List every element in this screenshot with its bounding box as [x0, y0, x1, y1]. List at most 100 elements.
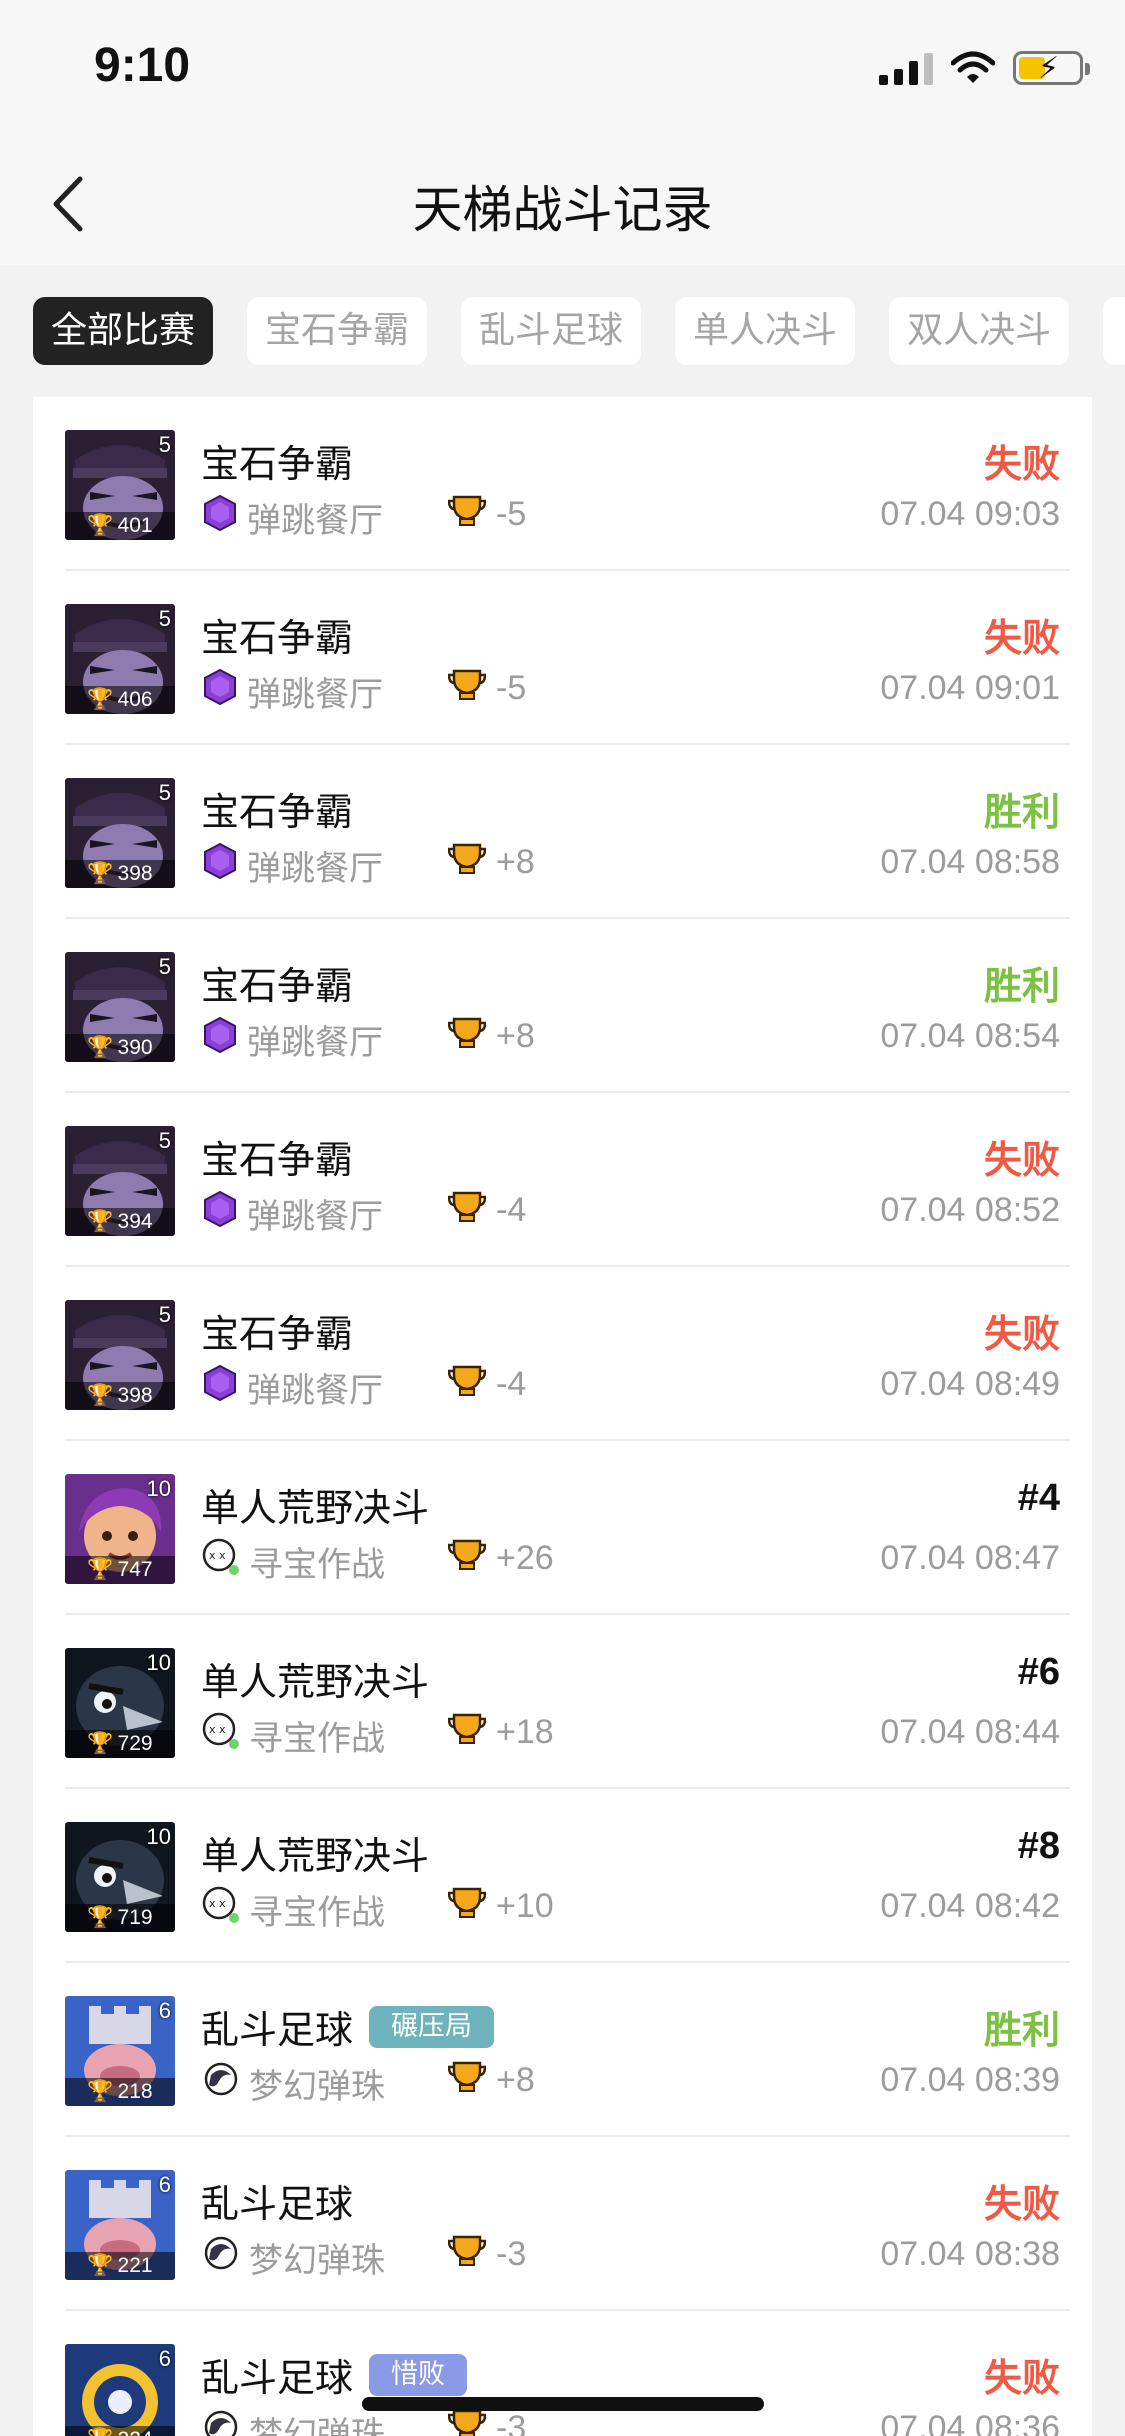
match-mode: 宝石争霸 — [201, 955, 353, 1010]
brawler-trophies: 401 — [117, 514, 153, 537]
map-label: 弹跳餐厅 — [247, 1371, 383, 1411]
tab-filter[interactable]: 单人决斗 — [675, 297, 856, 365]
match-mode: 宝石争霸 — [201, 1129, 353, 1184]
trophy-change: -4 — [447, 1363, 527, 1406]
brawler-level: 10 — [146, 1476, 171, 1501]
match-time: 07.04 08:42 — [880, 1887, 1060, 1925]
match-row[interactable]: 10 🏆 719 单人荒野决斗 x x 寻宝作战 +10 #8 07.04 08:42 — [33, 1789, 1092, 1963]
skull-icon: x x — [201, 1537, 241, 1586]
map-label: 寻宝作战 — [249, 1719, 385, 1759]
trophy-change: +10 — [447, 1885, 554, 1928]
trophy-mini-icon: 🏆 — [87, 514, 114, 537]
match-map: 弹跳餐厅 — [201, 1363, 383, 1412]
trophy-change: +8 — [447, 1015, 535, 1058]
brawler-trophies-bar: 🏆 224 — [65, 2426, 175, 2436]
match-row[interactable]: 6 🏆 221 乱斗足球 梦幻弹珠 -3 失败 07.04 08:38 — [33, 2137, 1092, 2311]
match-time: 07.04 09:01 — [880, 669, 1060, 707]
tab-filter[interactable]: 金 — [1103, 297, 1125, 365]
brawler-level: 5 — [158, 606, 171, 631]
trophy-icon — [447, 1711, 487, 1754]
match-row[interactable]: 6 🏆 218 乱斗足球 碾压局 梦幻弹珠 +8 胜利 07.04 08:39 — [33, 1963, 1092, 2137]
mode-label: 单人荒野决斗 — [201, 1834, 430, 1878]
match-row[interactable]: 5 🏆 406 宝石争霸 弹跳餐厅 -5 失败 07.04 09:01 — [33, 571, 1092, 745]
match-result: 胜利 — [983, 2008, 1060, 2052]
mode-label: 乱斗足球 — [201, 2356, 354, 2400]
trophy-delta: -4 — [496, 1365, 527, 1403]
trophy-mini-icon: 🏆 — [87, 2254, 114, 2277]
map-label: 弹跳餐厅 — [247, 501, 383, 541]
match-row[interactable]: 5 🏆 398 宝石争霸 弹跳餐厅 -4 失败 07.04 08:49 — [33, 1267, 1092, 1441]
tab-filter[interactable]: 乱斗足球 — [461, 297, 642, 365]
brawler-trophies: 406 — [117, 688, 153, 711]
brawler-level: 5 — [158, 954, 171, 979]
match-mode: 单人荒野决斗 — [201, 1651, 429, 1706]
match-row[interactable]: 5 🏆 401 宝石争霸 弹跳餐厅 -5 失败 07.04 09:03 — [33, 397, 1092, 571]
match-row[interactable]: 10 🏆 747 单人荒野决斗 x x 寻宝作战 +26 #4 07.04 08:47 — [33, 1441, 1092, 1615]
match-row[interactable]: 6 🏆 224 乱斗足球惜败梦幻弹珠 -3 失败 07.04 08:36 — [33, 2311, 1092, 2436]
mode-label: 乱斗足球 — [201, 2008, 354, 2052]
match-time: 07.04 08:52 — [880, 1191, 1060, 1229]
trophy-change: -5 — [447, 667, 526, 710]
brawler-avatar: 10 🏆 719 — [65, 1822, 175, 1932]
match-row[interactable]: 10 🏆 729 单人荒野决斗 x x 寻宝作战 +18 #6 07.04 08:44 — [33, 1615, 1092, 1789]
trophy-icon — [447, 2407, 487, 2436]
match-time: 07.04 08:36 — [880, 2409, 1060, 2436]
mode-label: 宝石争霸 — [201, 616, 354, 660]
brawler-trophies: 747 — [117, 1558, 153, 1581]
mode-label: 宝石争霸 — [201, 790, 354, 834]
home-indicator[interactable] — [362, 2397, 764, 2411]
match-result: 失败 — [983, 2182, 1060, 2226]
brawler-trophies: 719 — [117, 1906, 153, 1929]
gem-icon — [201, 1190, 239, 1237]
cellular-signal-icon — [879, 51, 933, 85]
match-map: 梦幻弹珠 — [201, 2233, 385, 2282]
brawler-avatar: 5 🏆 401 — [65, 430, 175, 540]
brawler-trophies-bar: 🏆 747 — [65, 1556, 175, 1584]
match-row[interactable]: 5 🏆 394 宝石争霸 弹跳餐厅 -4 失败 07.04 08:52 — [33, 1093, 1092, 1267]
brawler-avatar: 10 🏆 747 — [65, 1474, 175, 1584]
match-result: 失败 — [983, 2356, 1060, 2400]
match-row[interactable]: 5 🏆 398 宝石争霸 弹跳餐厅 +8 胜利 07.04 08:58 — [33, 745, 1092, 919]
brawler-avatar: 6 🏆 221 — [65, 2170, 175, 2280]
match-time: 07.04 08:54 — [880, 1017, 1060, 1055]
trophy-delta: +18 — [496, 1713, 554, 1751]
trophy-change: -5 — [447, 493, 527, 536]
match-time: 07.04 08:58 — [880, 843, 1060, 881]
map-label: 梦幻弹珠 — [249, 2415, 385, 2436]
map-label: 梦幻弹珠 — [249, 2241, 385, 2281]
brawler-level: 5 — [158, 1128, 171, 1153]
match-map: 弹跳餐厅 — [201, 1189, 383, 1238]
battery-icon: ⚡ — [1013, 51, 1090, 86]
match-time: 07.04 08:49 — [880, 1365, 1060, 1403]
match-list[interactable]: 5 🏆 401 宝石争霸 弹跳餐厅 -5 失败 07.04 09:03 5 🏆 406 宝石争霸 弹跳餐… — [33, 397, 1092, 2436]
match-result: #4 — [1017, 1477, 1060, 1519]
tab-filter[interactable]: 全部比赛 — [33, 297, 214, 365]
skull-icon: x x — [201, 1885, 241, 1934]
brawler-avatar: 5 🏆 398 — [65, 778, 175, 888]
match-tag: 惜败 — [369, 2353, 468, 2396]
trophy-mini-icon: 🏆 — [87, 1558, 114, 1581]
match-map: 弹跳餐厅 — [201, 841, 383, 890]
trophy-delta: -5 — [496, 495, 527, 533]
trophy-delta: +10 — [496, 1887, 554, 1925]
trophy-mini-icon: 🏆 — [87, 862, 114, 885]
ball-icon — [201, 2233, 241, 2282]
brawler-level: 10 — [146, 1824, 171, 1849]
brawler-trophies: 729 — [117, 1732, 153, 1755]
map-label: 弹跳餐厅 — [247, 849, 383, 889]
match-time: 07.04 08:44 — [880, 1713, 1060, 1751]
brawler-trophies-bar: 🏆 390 — [65, 1034, 175, 1062]
tab-filter[interactable]: 宝石争霸 — [247, 297, 428, 365]
brawler-level: 6 — [158, 2346, 171, 2371]
match-row[interactable]: 5 🏆 390 宝石争霸 弹跳餐厅 +8 胜利 07.04 08:54 — [33, 919, 1092, 1093]
trophy-change: -3 — [447, 2233, 526, 2276]
ball-icon — [201, 2407, 241, 2436]
trophy-icon — [447, 1885, 487, 1928]
brawler-trophies-bar: 🏆 719 — [65, 1904, 175, 1932]
gem-icon — [201, 494, 239, 541]
trophy-mini-icon: 🏆 — [87, 1732, 114, 1755]
trophy-delta: -3 — [496, 2409, 527, 2436]
tab-filter[interactable]: 双人决斗 — [889, 297, 1070, 365]
map-label: 弹跳餐厅 — [247, 1023, 383, 1063]
mode-label: 宝石争霸 — [201, 964, 354, 1008]
